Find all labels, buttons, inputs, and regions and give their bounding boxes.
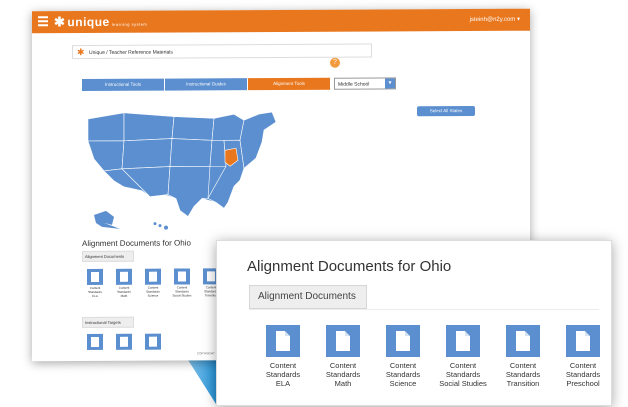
breadcrumb-star-icon: ✱ — [77, 47, 85, 58]
small-targets-list — [84, 333, 164, 351]
small-target-doc[interactable] — [113, 333, 135, 350]
doc-content-standards-transition[interactable]: Content Standards Transition — [493, 325, 553, 388]
document-icon — [87, 333, 103, 351]
tab-bar: Instructional Tools Instructional Guides… — [82, 77, 331, 92]
top-bar: ✱ unique learning system jsteinh@n2y.com ▾ — [32, 8, 530, 34]
breadcrumb-current: Teacher Reference Materials — [108, 49, 173, 56]
small-alignment-tab[interactable]: Alignment Documents — [82, 250, 134, 263]
document-icon — [446, 325, 480, 357]
tab-alignment-tools[interactable]: Alignment Tools — [248, 77, 331, 91]
small-doc-social-studies[interactable]: Content Standards Social Studies — [171, 268, 193, 298]
document-icon — [326, 325, 360, 357]
document-icon — [116, 268, 132, 285]
alignment-title: Alignment Documents for Ohio — [247, 258, 452, 275]
tab-instructional-guides[interactable]: Instructional Guides — [165, 78, 248, 91]
chevron-down-icon: ▾ — [385, 78, 395, 89]
logo-star-icon: ✱ — [54, 14, 66, 30]
small-docs-list: Content Standards ELA Content Standards Math… — [84, 268, 222, 298]
copyright-text: COPYRIGHT — [197, 351, 215, 356]
document-icon — [116, 333, 132, 350]
small-doc-math[interactable]: Content Standards Math — [113, 268, 135, 298]
doc-content-standards-social-studies[interactable]: Content Standards Social Studies — [433, 325, 493, 388]
doc-content-standards-math[interactable]: Content Standards Math — [313, 325, 373, 388]
grade-select[interactable]: Middle School ▾ — [334, 77, 396, 90]
user-menu[interactable]: jsteinh@n2y.com ▾ — [470, 16, 520, 23]
select-all-states-button[interactable]: Select All States — [417, 105, 475, 117]
divider — [249, 309, 599, 310]
small-target-doc[interactable] — [142, 333, 164, 350]
document-icon — [174, 268, 190, 285]
small-doc-ela[interactable]: Content Standards ELA — [84, 268, 106, 298]
help-icon[interactable]: ? — [330, 57, 340, 68]
document-icon — [145, 333, 161, 350]
document-icon — [145, 268, 161, 285]
document-icon — [566, 325, 600, 357]
document-icon — [266, 325, 300, 357]
small-doc-science[interactable]: Content Standards Science — [142, 268, 164, 298]
document-icon — [87, 268, 103, 286]
hawaii-map[interactable] — [152, 221, 172, 231]
alignment-docs-list: Content Standards ELA Content Standards Math… — [253, 325, 613, 388]
document-icon — [506, 325, 540, 357]
logo[interactable]: ✱ unique learning system — [54, 14, 147, 30]
document-icon — [386, 325, 420, 357]
breadcrumb-home[interactable]: Unique — [89, 50, 105, 56]
alaska-map[interactable] — [92, 209, 122, 231]
menu-icon[interactable] — [38, 16, 48, 27]
zoom-panel: Alignment Documents for Ohio Alignment D… — [216, 240, 612, 406]
small-target-doc[interactable] — [84, 333, 106, 351]
tab-instructional-tools[interactable]: Instructional Tools — [82, 78, 165, 92]
doc-content-standards-science[interactable]: Content Standards Science — [373, 325, 433, 388]
small-instructional-targets-tab[interactable]: Instructional Targets — [82, 316, 134, 329]
small-alignment-title: Alignment Documents for Ohio — [82, 238, 191, 249]
alignment-documents-tab[interactable]: Alignment Documents — [249, 285, 367, 309]
doc-content-standards-ela[interactable]: Content Standards ELA — [253, 325, 313, 388]
doc-content-standards-preschool[interactable]: Content Standards Preschool — [553, 325, 613, 388]
breadcrumb: ✱ Unique / Teacher Reference Materials — [72, 43, 372, 60]
chevron-down-icon: ▾ — [516, 16, 520, 23]
